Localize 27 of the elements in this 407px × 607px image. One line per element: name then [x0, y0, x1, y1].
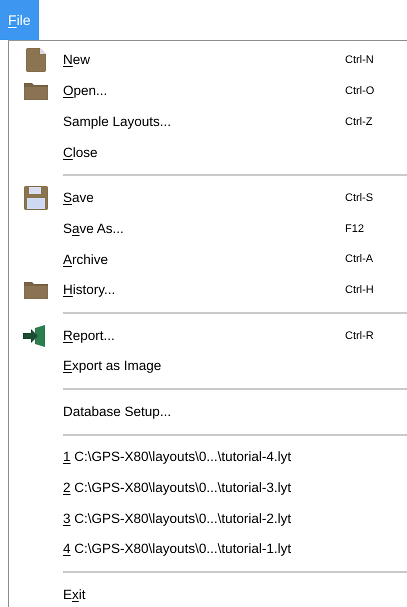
shortcut-label: Ctrl-Z	[345, 114, 372, 130]
shortcut-label: Ctrl-H	[345, 283, 374, 298]
menu-item[interactable]: New Ctrl-N	[9, 45, 407, 76]
menu-item[interactable]: 2 C:\GPS-X80\layouts\0...\tutorial-3.lyt	[9, 472, 407, 504]
menu-item[interactable]: Sample Layouts... Ctrl-Z	[9, 106, 407, 138]
shortcut-label: Ctrl-S	[345, 190, 374, 206]
menu-item[interactable]: Export as Image	[9, 351, 407, 382]
shortcut-label: Ctrl-R	[345, 328, 374, 344]
shortcut-label: Ctrl-O	[345, 84, 374, 99]
menu-item[interactable]: 4 C:\GPS-X80\layouts\0...\tutorial-1.lyt	[9, 534, 407, 565]
menu-item[interactable]: Open... Ctrl-O	[9, 76, 407, 107]
document-icon	[26, 48, 46, 72]
shortcut-label: F12	[345, 222, 364, 237]
menu-item[interactable]: Save As... F12	[9, 213, 407, 244]
menu-item[interactable]: Database Setup...	[9, 396, 407, 428]
menu-item[interactable]: Exit	[9, 579, 407, 607]
menu-item[interactable]: 3 C:\GPS-X80\layouts\0...\tutorial-2.lyt	[9, 503, 407, 534]
menu-item[interactable]: Archive Ctrl-A	[9, 244, 407, 276]
shortcut-label: Ctrl-A	[345, 252, 374, 268]
menu-item[interactable]: Close	[9, 137, 407, 168]
menu-item[interactable]: Report... Ctrl-R	[9, 320, 407, 352]
shortcut-label: Ctrl-N	[345, 53, 374, 68]
folder-icon	[23, 280, 49, 300]
menu-item[interactable]: Save Ctrl-S	[9, 182, 407, 214]
folder-icon	[23, 81, 49, 102]
menu-item[interactable]: 1 C:\GPS-X80\layouts\0...\tutorial-4.lyt	[9, 442, 407, 473]
menu-item[interactable]: History... Ctrl-H	[9, 275, 407, 306]
